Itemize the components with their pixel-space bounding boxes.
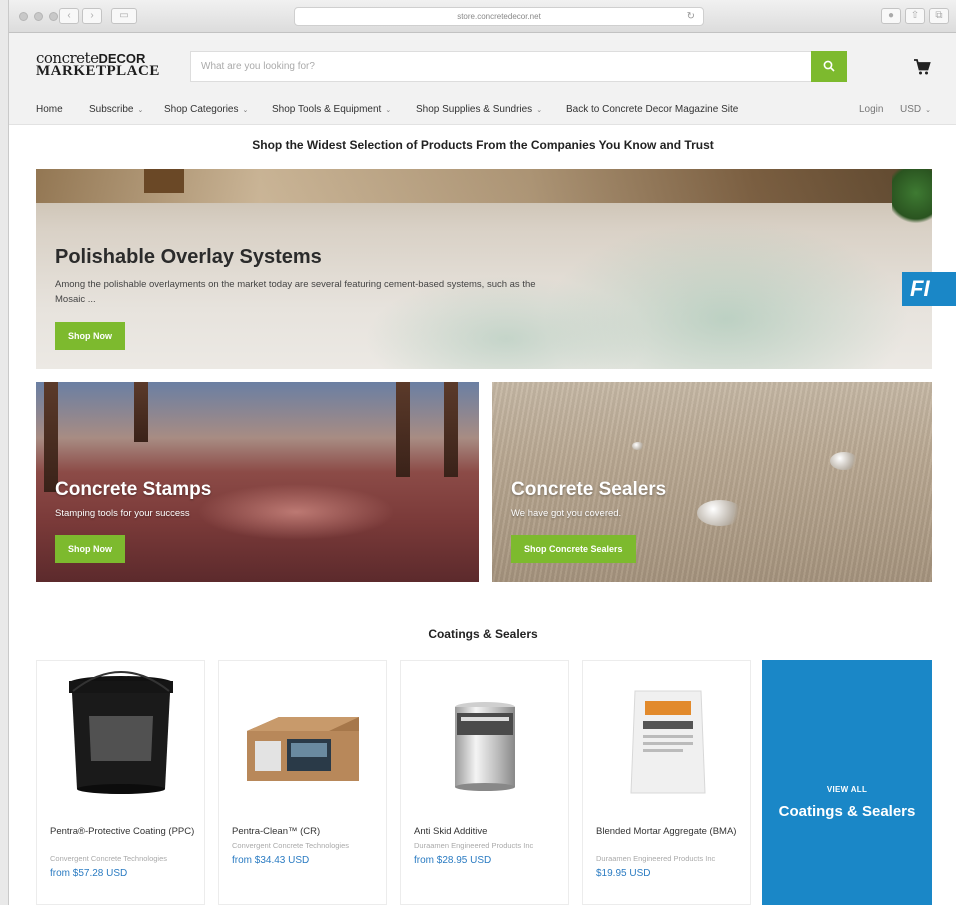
- nav-subscribe-label: Subscribe: [89, 104, 134, 115]
- nav-shop-categories-label: Shop Categories: [164, 104, 239, 115]
- banner-background-plant: [892, 169, 932, 229]
- section-title: Coatings & Sealers: [428, 627, 538, 641]
- search-input[interactable]: What are you looking for?: [190, 51, 819, 82]
- product-image: [401, 661, 568, 819]
- address-bar[interactable]: store.concretedecor.net ↻: [294, 7, 704, 26]
- product-price: from $34.43 USD: [232, 855, 310, 866]
- browser-window: ‹ › ▭ store.concretedecor.net ↻ ● ⇧ ⧉ co…: [8, 0, 956, 905]
- product-card[interactable]: Pentra-Clean™ (CR) Convergent Concrete T…: [218, 660, 387, 905]
- logo-text-marketplace: MARKETPLACE: [36, 63, 160, 79]
- side-badge: FI: [902, 272, 956, 306]
- nav-shop-tools-label: Shop Tools & Equipment: [272, 104, 382, 115]
- search-button[interactable]: [811, 51, 847, 82]
- browser-actions: ● ⇧ ⧉: [881, 8, 949, 24]
- chevron-down-icon: ⌄: [925, 107, 931, 114]
- reload-icon[interactable]: ↻: [687, 8, 695, 25]
- cart-icon[interactable]: [913, 58, 931, 76]
- nav-home[interactable]: Home: [36, 104, 63, 115]
- site-logo[interactable]: concreteDECOR MARKETPLACE: [36, 51, 160, 79]
- info-icon[interactable]: ●: [881, 8, 901, 24]
- chevron-down-icon: ⌄: [385, 107, 392, 114]
- banner-title: Polishable Overlay Systems: [55, 246, 322, 268]
- banner-concrete-sealers[interactable]: Concrete Sealers We have got you covered…: [492, 382, 932, 582]
- currency-value: USD: [900, 104, 922, 115]
- product-image: [219, 661, 386, 819]
- banner-description: Stamping tools for your success: [55, 508, 190, 519]
- forward-icon[interactable]: ›: [82, 8, 102, 24]
- nav-shop-tools[interactable]: Shop Tools & Equipment ⌄: [272, 104, 391, 115]
- share-icon[interactable]: ⇧: [905, 8, 925, 24]
- product-name[interactable]: Blended Mortar Aggregate (BMA): [596, 825, 746, 838]
- product-vendor: Duraamen Engineered Products Inc: [596, 854, 716, 863]
- banner-background-palm: [396, 382, 410, 477]
- window-controls: [19, 12, 58, 21]
- shop-concrete-sealers-button[interactable]: Shop Concrete Sealers: [511, 535, 636, 563]
- product-name[interactable]: Pentra-Clean™ (CR): [232, 825, 382, 838]
- search-placeholder: What are you looking for?: [201, 61, 315, 72]
- shop-now-button[interactable]: Shop Now: [55, 535, 125, 563]
- close-window-button[interactable]: [19, 12, 28, 21]
- nav-shop-categories[interactable]: Shop Categories ⌄: [164, 104, 248, 115]
- chevron-down-icon: ⌄: [137, 107, 144, 114]
- url-text: store.concretedecor.net: [457, 12, 541, 21]
- shop-now-button[interactable]: Shop Now: [55, 322, 125, 350]
- search-icon: [823, 60, 835, 72]
- nav-back-to-magazine[interactable]: Back to Concrete Decor Magazine Site: [566, 104, 738, 115]
- product-vendor: Convergent Concrete Technologies: [232, 841, 350, 850]
- nav-subscribe[interactable]: Subscribe ⌄: [89, 104, 143, 115]
- view-all-label: VIEW ALL: [826, 785, 868, 794]
- product-price: from $57.28 USD: [50, 868, 128, 879]
- browser-nav: ‹ › ▭: [59, 8, 137, 24]
- banner-title: Concrete Stamps: [55, 479, 212, 500]
- product-image: [583, 661, 750, 819]
- product-image: [37, 661, 204, 819]
- nav-shop-supplies[interactable]: Shop Supplies & Sundries ⌄: [416, 104, 542, 115]
- product-card[interactable]: Pentra®-Protective Coating (PPC) Converg…: [36, 660, 205, 905]
- minimize-window-button[interactable]: [34, 12, 43, 21]
- view-all-category: Coatings & Sealers: [778, 803, 916, 820]
- banner-background-palm: [134, 382, 148, 442]
- product-vendor: Duraamen Engineered Products Inc: [414, 841, 534, 850]
- sidebar-icon[interactable]: ▭: [111, 8, 137, 24]
- product-vendor: Convergent Concrete Technologies: [50, 854, 168, 863]
- banner-description: We have got you covered.: [511, 508, 622, 519]
- banner-title: Concrete Sealers: [511, 479, 667, 500]
- banner-polishable-overlay[interactable]: Polishable Overlay Systems Among the pol…: [36, 169, 932, 369]
- nav-shop-supplies-label: Shop Supplies & Sundries: [416, 104, 533, 115]
- product-card[interactable]: Blended Mortar Aggregate (BMA) Duraamen …: [582, 660, 751, 905]
- banner-background-palm: [444, 382, 458, 477]
- view-all-coatings-sealers[interactable]: VIEW ALL Coatings & Sealers: [762, 660, 932, 905]
- product-price: $19.95 USD: [596, 868, 651, 879]
- product-name[interactable]: Pentra®-Protective Coating (PPC): [50, 825, 200, 838]
- currency-select[interactable]: USD ⌄: [900, 104, 931, 115]
- product-price: from $28.95 USD: [414, 855, 492, 866]
- page-tagline: Shop the Widest Selection of Products Fr…: [252, 138, 714, 152]
- zoom-window-button[interactable]: [49, 12, 58, 21]
- back-icon[interactable]: ‹: [59, 8, 79, 24]
- banner-background-droplet: [830, 452, 858, 470]
- main-nav: Home Subscribe ⌄ Shop Categories ⌄ Shop To…: [9, 95, 956, 125]
- banner-background-droplet: [632, 442, 644, 450]
- login-link[interactable]: Login: [859, 104, 883, 115]
- banner-description: Among the polishable overlayments on the…: [55, 279, 536, 305]
- product-card[interactable]: Anti Skid Additive Duraamen Engineered P…: [400, 660, 569, 905]
- banner-background-pillar: [144, 169, 184, 193]
- chevron-down-icon: ⌄: [242, 107, 249, 114]
- nav-back-to-magazine-label: Back to Concrete Decor Magazine Site: [566, 104, 739, 115]
- nav-home-label: Home: [36, 104, 63, 115]
- browser-toolbar: ‹ › ▭ store.concretedecor.net ↻ ● ⇧ ⧉: [9, 0, 956, 33]
- banner-background-droplet: [697, 500, 743, 526]
- tabs-icon[interactable]: ⧉: [929, 8, 949, 24]
- chevron-down-icon: ⌄: [536, 107, 543, 114]
- product-name[interactable]: Anti Skid Additive: [414, 825, 564, 838]
- banner-concrete-stamps[interactable]: Concrete Stamps Stamping tools for your …: [36, 382, 479, 582]
- banner-background-palm: [44, 382, 58, 492]
